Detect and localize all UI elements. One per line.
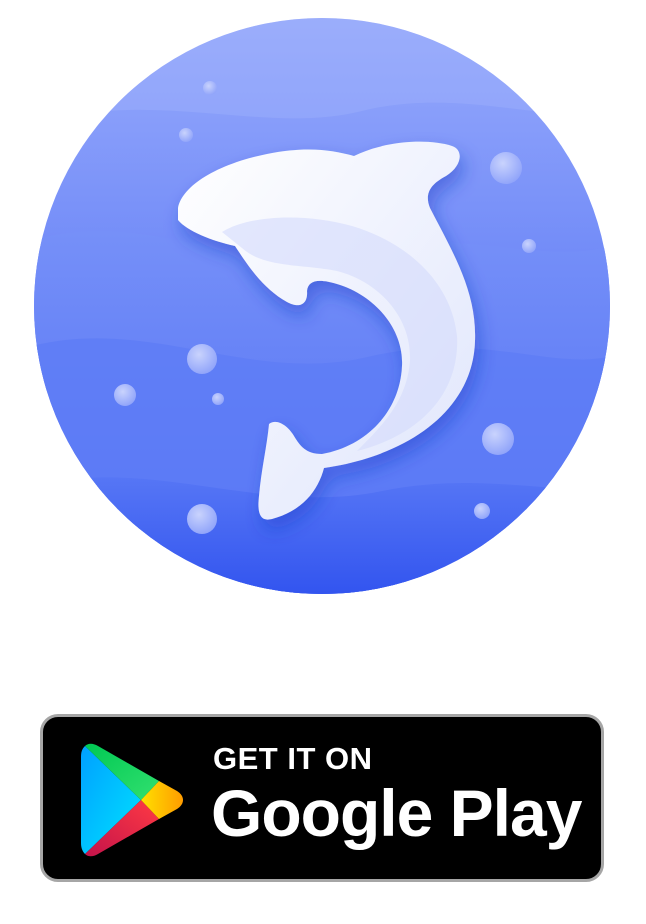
app-icon — [32, 16, 612, 596]
google-play-icon — [81, 743, 185, 857]
badge-small-text: GET IT ON — [213, 741, 373, 776]
badge-large-text: Google Play — [211, 776, 582, 850]
google-play-badge[interactable]: GET IT ON Google Play — [40, 714, 604, 882]
dolphin-icon — [34, 18, 610, 594]
